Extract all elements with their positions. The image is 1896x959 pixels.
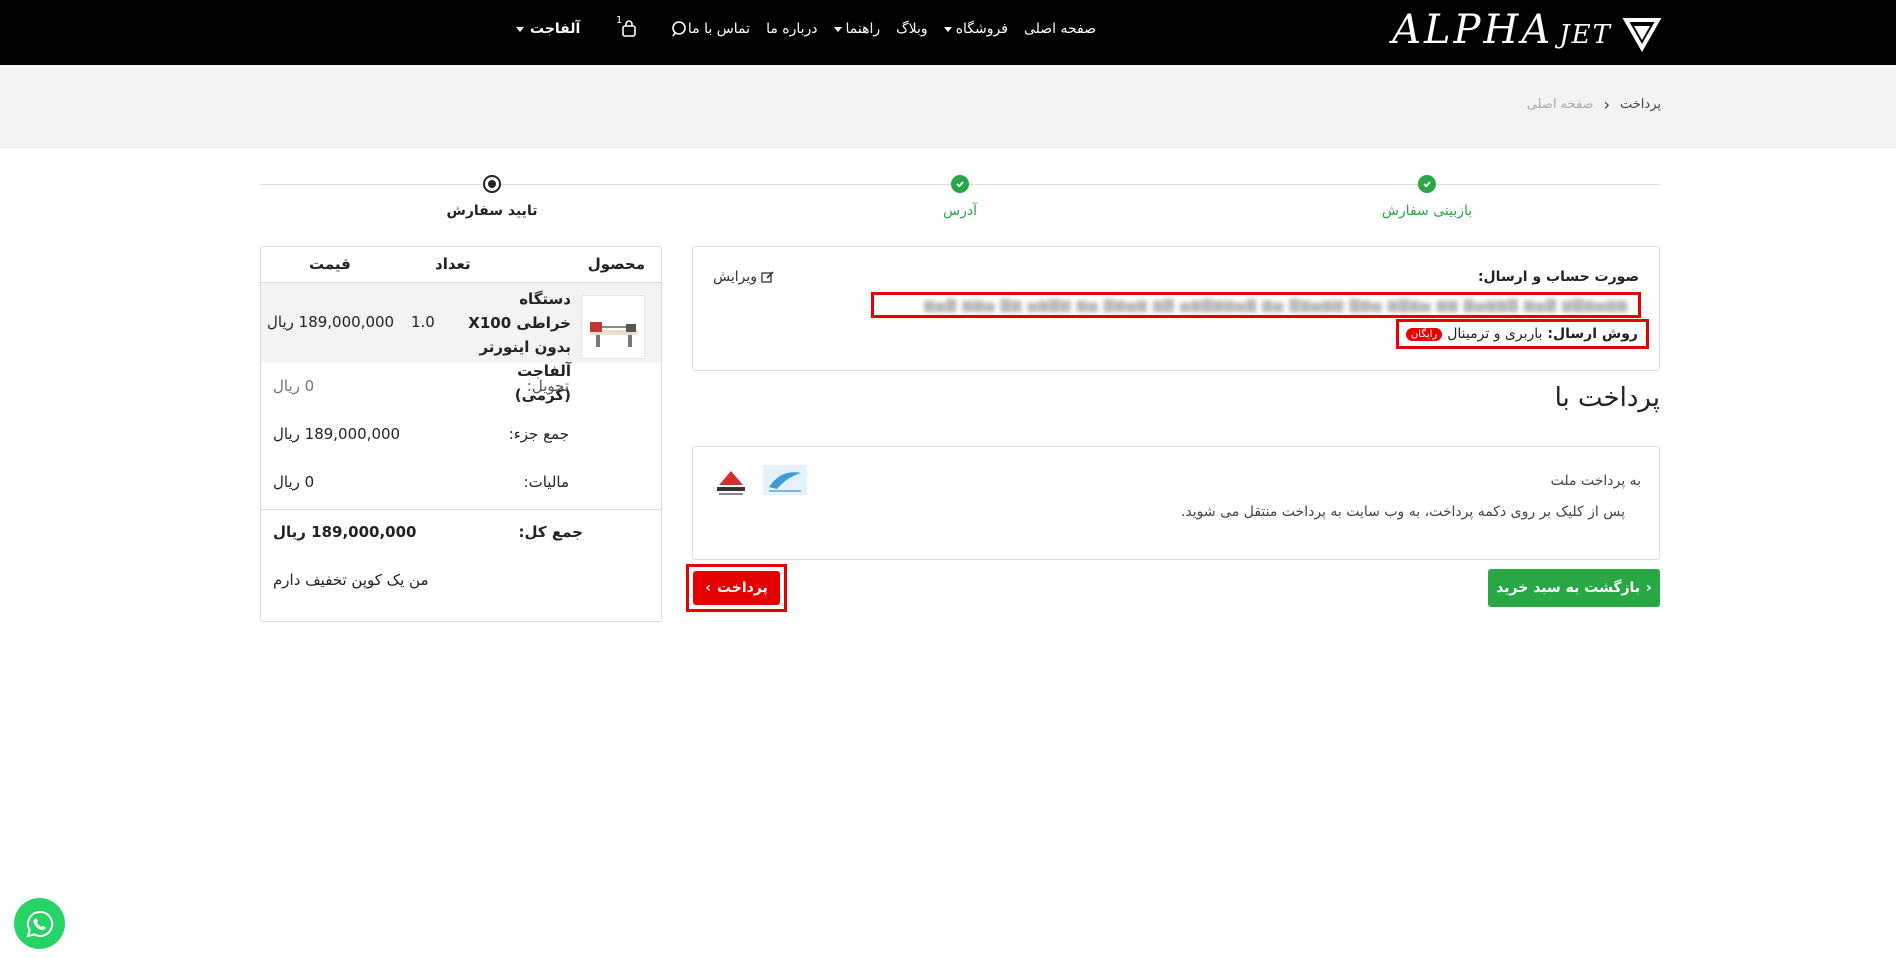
- subtotal-value: 189,000,000 ریال: [273, 425, 401, 443]
- chevron-left-icon: ‹: [1646, 580, 1652, 596]
- whatsapp-button[interactable]: [14, 898, 65, 949]
- nav-about[interactable]: درباره ما: [766, 21, 817, 37]
- address-redacted: ▆▅▇ ▆▆▅ ▇▆ ▅▆▇▆ ▆▅ ▇▆▅▆ ▆▇ ▅▆▇▆▆▅▇ ▆▅ ▇▆…: [871, 292, 1641, 318]
- cart-icon[interactable]: 1: [616, 15, 640, 40]
- step-check-icon: [951, 175, 969, 193]
- search-icon[interactable]: [668, 18, 690, 40]
- whatsapp-icon: [26, 910, 53, 937]
- step-address[interactable]: آدرس: [943, 203, 977, 219]
- step-review[interactable]: بازبینی سفارش: [1382, 203, 1472, 219]
- product-qty: 1.0: [411, 313, 435, 331]
- table-row: دستگاه خراطی X100 بدون اینورتر آلفاجت (ک…: [261, 283, 661, 404]
- logo-wordmark: ALPHA JET: [1392, 6, 1612, 53]
- user-menu[interactable]: آلفاجت: [516, 0, 580, 58]
- breadcrumb-home[interactable]: صفحه اصلی: [1527, 97, 1594, 112]
- delivery-label: تحویل:: [526, 377, 569, 395]
- pay-button-label: پرداخت: [716, 580, 768, 596]
- step-current-dot: [483, 175, 501, 193]
- payment-heading: پرداخت با: [1554, 383, 1660, 413]
- chevron-left-icon: ‹: [1603, 95, 1610, 114]
- edit-address-link[interactable]: ویرایش: [713, 269, 775, 285]
- col-product: محصول: [587, 255, 645, 273]
- nav-guides[interactable]: راهنما: [833, 21, 880, 37]
- delivery-value: 0 ریال: [273, 377, 315, 395]
- nav-contact[interactable]: تماس با ما: [688, 21, 750, 37]
- chevron-right-icon: ›: [705, 580, 711, 596]
- cart-count-badge: 1: [616, 15, 623, 26]
- chevron-down-icon: [516, 26, 524, 32]
- lathe-icon: [590, 322, 638, 347]
- step-confirm: تایید سفارش: [446, 203, 538, 219]
- coupon-link[interactable]: من یک کوپن تخفیف دارم: [273, 571, 429, 589]
- main-nav: صفحه اصلی فروشگاه وبلاگ راهنما درباره ما…: [688, 0, 1096, 58]
- order-summary: محصول تعداد قیمت دستگاه خراطی X100 بدون …: [260, 246, 662, 622]
- site-logo[interactable]: ALPHA JET: [1392, 6, 1662, 54]
- logo-mark-icon: [1622, 18, 1662, 52]
- billing-shipping-box: صورت حساب و ارسال: ویرایش ▆▅▇ ▆▆▅ ▇▆ ▅▆▇…: [692, 246, 1660, 371]
- shipping-value: باربری و ترمینال: [1447, 326, 1543, 342]
- col-price: قیمت: [309, 255, 351, 273]
- payment-method-box[interactable]: به پرداخت ملت پس از کلیک بر روی دکمه پرد…: [692, 446, 1660, 560]
- chevron-down-icon: [943, 26, 952, 32]
- edit-label: ویرایش: [713, 269, 758, 285]
- bank-logo-icon: [717, 471, 745, 495]
- product-thumbnail[interactable]: [581, 295, 645, 359]
- subtotal-row: جمع جزء: 189,000,000 ریال: [261, 411, 661, 459]
- nav-home[interactable]: صفحه اصلی: [1024, 21, 1096, 37]
- subtotal-label: جمع جزء:: [508, 425, 569, 443]
- shipping-label: روش ارسال:: [1547, 326, 1638, 342]
- tax-label: مالیات:: [523, 473, 569, 491]
- edit-icon: [761, 271, 774, 283]
- pay-button[interactable]: پرداخت ›: [693, 571, 780, 605]
- payment-method-label: به پرداخت ملت: [1550, 473, 1641, 489]
- back-to-cart-label: بازگشت به سبد خرید: [1496, 580, 1641, 596]
- nav-shop[interactable]: فروشگاه: [943, 21, 1008, 37]
- top-navbar: ALPHA JET صفحه اصلی فروشگاه وبلاگ راهنما …: [0, 0, 1896, 65]
- total-row: جمع کل: 189,000,000 ریال: [261, 509, 661, 557]
- product-price: 189,000,000 ریال: [267, 313, 395, 331]
- col-qty: تعداد: [435, 255, 471, 273]
- total-value: 189,000,000 ریال: [273, 523, 417, 541]
- summary-header: محصول تعداد قیمت: [261, 247, 661, 283]
- breadcrumb-current: پرداخت: [1620, 97, 1661, 112]
- mellat-logo-icon: [763, 465, 807, 495]
- user-menu-label: آلفاجت: [530, 21, 581, 37]
- payment-note: پس از کلیک بر روی دکمه پرداخت، به وب سای…: [1180, 504, 1625, 520]
- nav-blog[interactable]: وبلاگ: [896, 21, 928, 37]
- delivery-row: تحویل: 0 ریال: [261, 363, 661, 411]
- tax-value: 0 ریال: [273, 473, 315, 491]
- free-badge: رایگان: [1405, 327, 1443, 341]
- billing-title: صورت حساب و ارسال:: [1477, 269, 1639, 285]
- breadcrumb: پرداخت ‹ صفحه اصلی: [1527, 95, 1661, 114]
- total-label: جمع کل:: [518, 523, 583, 541]
- chevron-down-icon: [833, 26, 842, 32]
- tax-row: مالیات: 0 ریال: [261, 459, 661, 507]
- step-check-icon: [1418, 175, 1436, 193]
- shipping-method-row: روش ارسال: باربری و ترمینال رایگان: [1396, 319, 1649, 349]
- back-to-cart-button[interactable]: ‹ بازگشت به سبد خرید: [1488, 569, 1660, 607]
